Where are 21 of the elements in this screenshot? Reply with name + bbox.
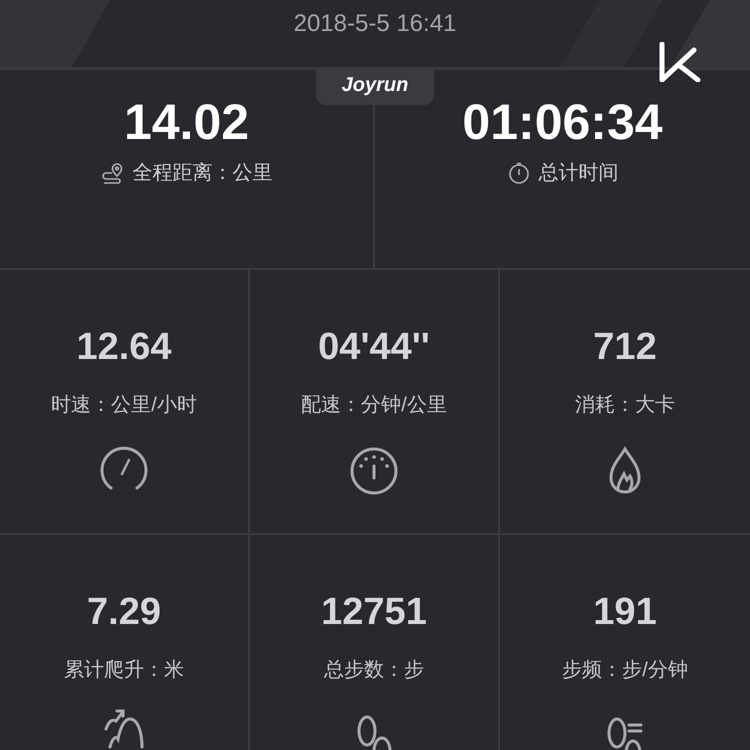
summary-label: 全程距离：公里: [132, 161, 272, 186]
metric-value: 04'44'': [318, 326, 430, 369]
summary-value: 14.02: [124, 93, 250, 151]
metric-value: 12.64: [76, 326, 172, 369]
metric-label: 消耗：大卡: [575, 393, 675, 418]
metric-value: 191: [593, 591, 657, 634]
metric-value: 712: [593, 326, 657, 369]
mountain-arrow-icon: [104, 709, 144, 749]
metric-label: 配速：分钟/公里: [301, 393, 447, 418]
location-route-icon: [100, 160, 124, 184]
metric-value: 12751: [321, 591, 427, 634]
metric-label: 总步数：步: [324, 658, 424, 683]
date-time: 2018-5-5 16:41: [294, 9, 456, 39]
metric-label: 时速：公里/小时: [51, 393, 197, 418]
metric-label: 步频：步/分钟: [562, 658, 688, 683]
stopwatch-icon: [506, 160, 530, 184]
summary-label: 总计时间: [538, 161, 618, 186]
metric-label: 累计爬升：米: [64, 658, 184, 683]
logo-icon: [658, 42, 702, 82]
summary-value: 01:06:34: [462, 93, 663, 151]
metric-value: 7.29: [87, 591, 161, 634]
